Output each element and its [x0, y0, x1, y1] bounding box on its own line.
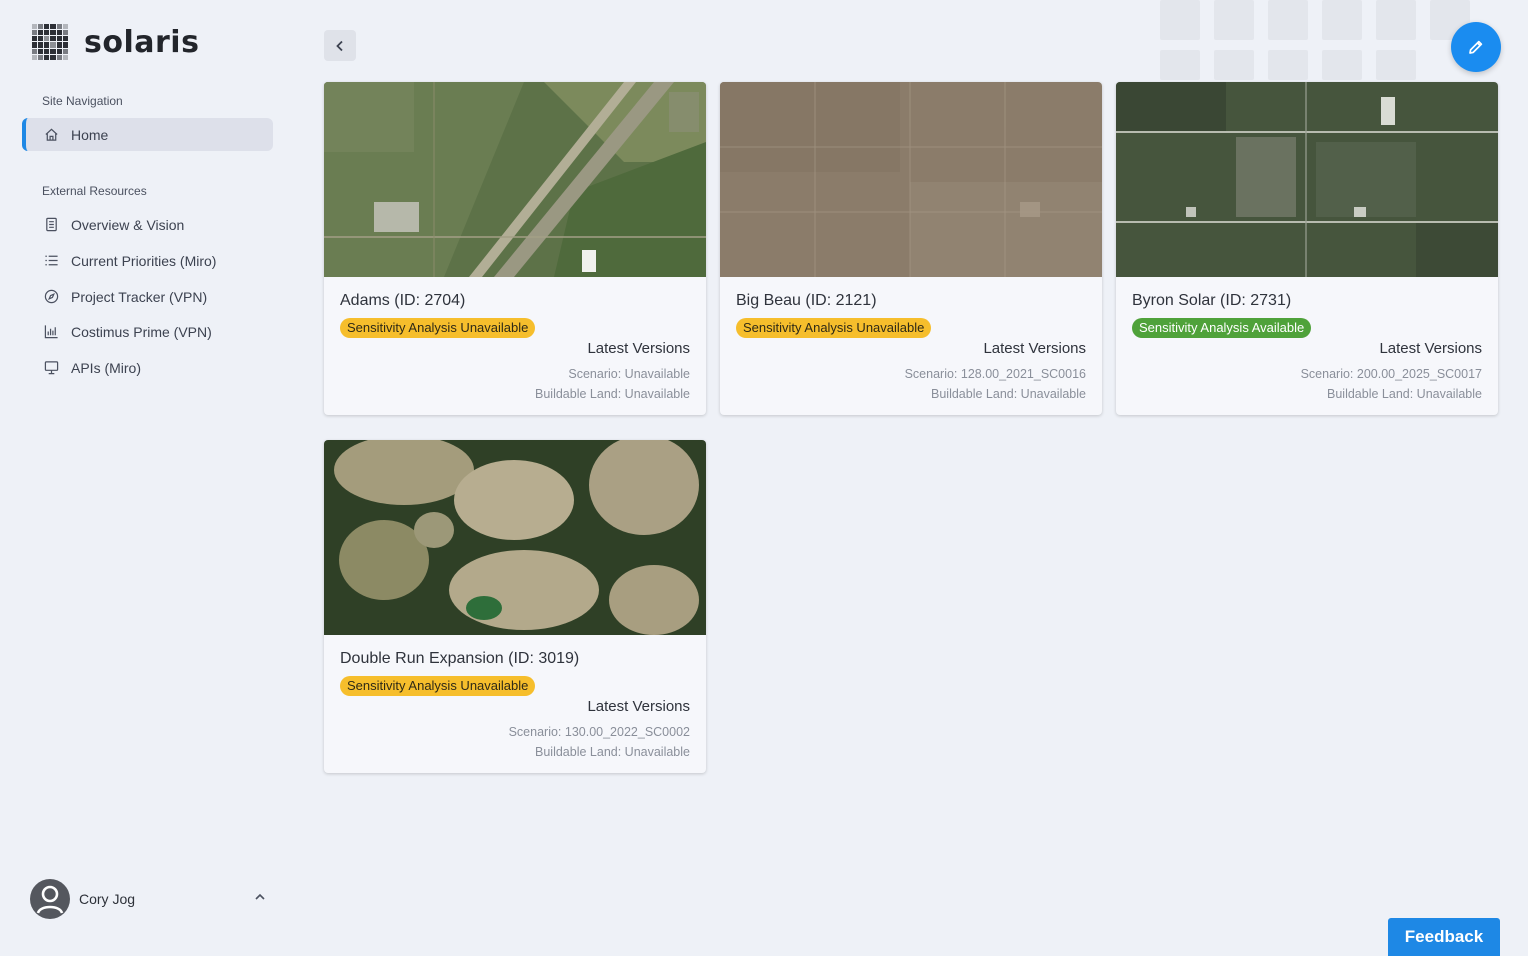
project-title: Byron Solar (ID: 2731): [1132, 292, 1292, 309]
compass-icon: [42, 288, 60, 306]
scenario-value: Scenario: 130.00_2022_SC0002: [508, 725, 690, 739]
latest-versions-label: Latest Versions: [1379, 340, 1482, 357]
project-title: Adams (ID: 2704): [340, 292, 466, 309]
project-card-big-beau[interactable]: Big Beau (ID: 2121) Sensitivity Analysis…: [720, 82, 1102, 415]
sidebar-item-priorities[interactable]: Current Priorities (Miro): [22, 244, 273, 277]
buildable-land-value: Buildable Land: Unavailable: [1327, 387, 1482, 401]
status-badge: Sensitivity Analysis Unavailable: [340, 318, 536, 338]
sidebar-item-label: Home: [71, 126, 109, 143]
scenario-value: Scenario: 128.00_2021_SC0016: [904, 367, 1086, 381]
latest-versions-label: Latest Versions: [983, 340, 1086, 357]
scenario-value: Scenario: 200.00_2025_SC0017: [1300, 367, 1482, 381]
satellite-thumbnail: [1116, 82, 1498, 277]
edit-button[interactable]: [1451, 22, 1501, 72]
monitor-icon: [42, 359, 60, 377]
project-title: Double Run Expansion (ID: 3019): [340, 650, 580, 667]
bar-chart-icon: [42, 323, 60, 341]
project-card-double-run-expansion[interactable]: Double Run Expansion (ID: 3019) Sensitiv…: [324, 440, 706, 773]
brand-name: solaris: [84, 24, 200, 60]
sidebar-item-costimus-prime[interactable]: Costimus Prime (VPN): [22, 315, 273, 348]
sidebar-item-label: APIs (Miro): [71, 359, 141, 376]
project-title: Big Beau (ID: 2121): [736, 292, 877, 309]
status-badge: Sensitivity Analysis Unavailable: [340, 676, 536, 696]
buildable-land-value: Buildable Land: Unavailable: [535, 387, 690, 401]
sidebar-item-home[interactable]: Home: [22, 118, 273, 151]
satellite-thumbnail: [324, 440, 706, 635]
satellite-thumbnail: [324, 82, 706, 277]
project-card-byron-solar[interactable]: Byron Solar (ID: 2731) Sensitivity Analy…: [1116, 82, 1498, 415]
status-badge: Sensitivity Analysis Unavailable: [736, 318, 932, 338]
project-card-adams[interactable]: Adams (ID: 2704) Sensitivity Analysis Un…: [324, 82, 706, 415]
site-navigation-label: Site Navigation: [42, 94, 123, 108]
user-name: Cory Jog: [79, 891, 136, 907]
collapse-sidebar-button[interactable]: [324, 30, 356, 61]
home-icon: [42, 126, 60, 144]
chevron-left-icon: [336, 40, 343, 51]
avatar: [30, 879, 70, 919]
sidebar: solaris Site Navigation Home External Re…: [0, 0, 300, 956]
chevron-up-icon[interactable]: [253, 890, 267, 904]
sidebar-item-label: Overview & Vision: [71, 216, 185, 233]
latest-versions-label: Latest Versions: [587, 340, 690, 357]
external-resources-label: External Resources: [42, 184, 147, 198]
buildable-land-value: Buildable Land: Unavailable: [931, 387, 1086, 401]
user-menu[interactable]: Cory Jog: [30, 878, 275, 920]
sidebar-item-apis[interactable]: APIs (Miro): [22, 351, 273, 384]
user-avatar-icon: [36, 885, 64, 914]
status-badge: Sensitivity Analysis Available: [1132, 318, 1312, 338]
sidebar-item-overview[interactable]: Overview & Vision: [22, 208, 273, 241]
logo-mark-icon: [32, 24, 68, 60]
buildable-land-value: Buildable Land: Unavailable: [535, 745, 690, 759]
latest-versions-label: Latest Versions: [587, 698, 690, 715]
satellite-thumbnail: [720, 82, 1102, 277]
sidebar-item-label: Costimus Prime (VPN): [71, 323, 212, 340]
scenario-value: Scenario: Unavailable: [568, 367, 690, 381]
list-icon: [42, 252, 60, 270]
brand-logo[interactable]: solaris: [32, 24, 199, 60]
pencil-icon: [1469, 40, 1483, 54]
sidebar-item-label: Current Priorities (Miro): [71, 252, 217, 269]
feedback-button[interactable]: Feedback: [1388, 918, 1500, 956]
sidebar-item-label: Project Tracker (VPN): [71, 288, 208, 305]
sidebar-item-project-tracker[interactable]: Project Tracker (VPN): [22, 280, 273, 313]
document-icon: [42, 216, 60, 234]
